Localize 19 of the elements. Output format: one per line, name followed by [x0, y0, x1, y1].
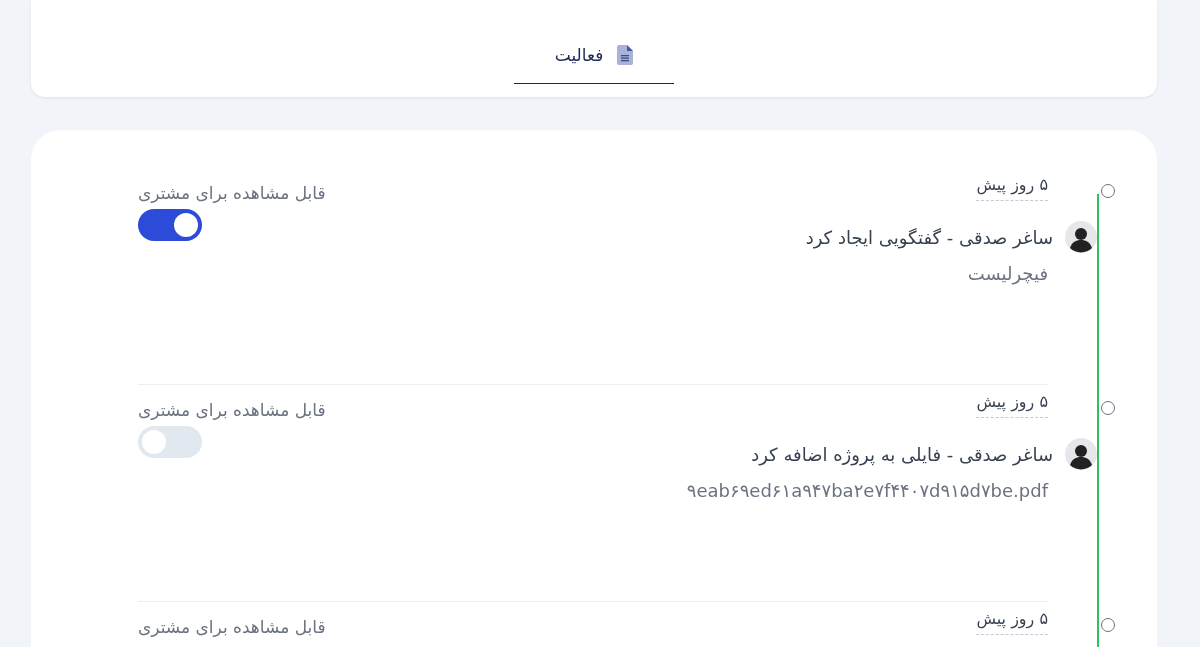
activity-detail: ۹eab۶۹ed۶۱a۹۴۷ba۲e۷f۴۴۰۷d۹۱۵d۷be.pdf [686, 480, 1048, 501]
activity-title: ساغر صدقی - فایلی به پروژه اضافه کرد [751, 443, 1053, 465]
visibility-toggle[interactable] [138, 426, 202, 458]
activity-title: ساغر صدقی - گفتگویی ایجاد کرد [805, 226, 1053, 248]
timeline-dot [1101, 401, 1115, 415]
visibility-label: قابل مشاهده برای مشتری [138, 617, 326, 637]
activity-detail: فیچرلیست [967, 263, 1048, 284]
visibility-label: قابل مشاهده برای مشتری [138, 400, 326, 420]
visibility-toggle[interactable] [138, 209, 202, 241]
visibility-label: قابل مشاهده برای مشتری [138, 183, 326, 203]
timeline-dot [1101, 618, 1115, 632]
document-icon [617, 45, 634, 65]
activity-tab[interactable]: فعالیت [514, 45, 674, 84]
timeline-dot [1101, 184, 1115, 198]
avatar-icon [1065, 221, 1097, 253]
activity-time: ۵ روز پیش [976, 175, 1048, 201]
activity-time: ۵ روز پیش [976, 392, 1048, 418]
avatar-icon [1065, 438, 1097, 470]
activity-time: ۵ روز پیش [976, 609, 1048, 635]
